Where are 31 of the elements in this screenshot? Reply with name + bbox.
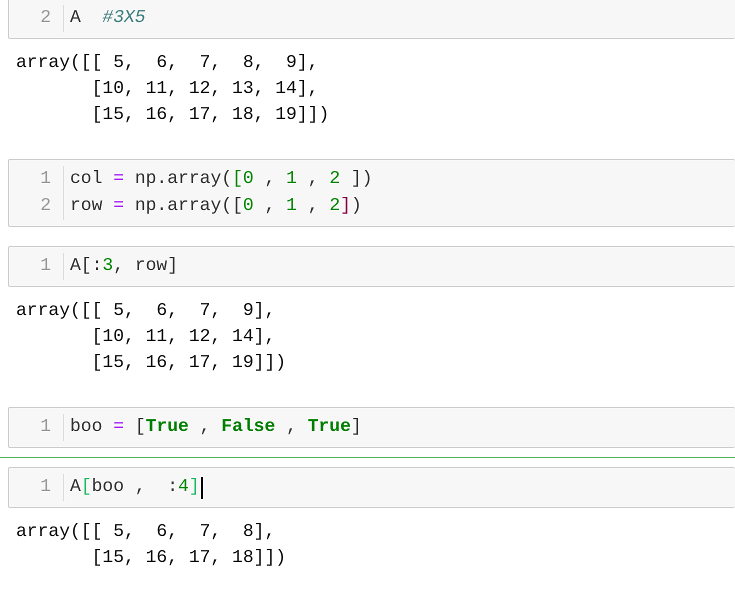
notebook-cell[interactable]: 2 A #3X5 array([[ 5, 6, 7, 8, 9], [10, 11, 12, 13, 14], [15, 16, 17, 18, 19]]) (0, 0, 735, 149)
code-input[interactable]: 1 2 col = np.array([0 , 1 , 2 ]) row = np.array([0 , 1 , 2]) (8, 159, 735, 227)
notebook-cell[interactable]: 1 2 col = np.array([0 , 1 , 2 ]) row = np.array([0 , 1 , 2]) (0, 149, 735, 236)
line-number: 1 (39, 255, 52, 278)
output-line: [10, 11, 12, 13, 14], (90, 78, 320, 101)
line-number: 1 (39, 168, 52, 191)
code-line: col = np.array([0 , 1 , 2 ]) (70, 168, 373, 191)
output-line: array([[ 5, 6, 7, 9], (16, 300, 276, 323)
notebook-cell[interactable]: 1 A[boo , :4] array([[ 5, 6, 7, 8], [15, 16, 17, 18]]) (0, 457, 735, 592)
line-number: 1 (39, 416, 52, 439)
code-input[interactable]: 1 A[:3, row] (8, 246, 735, 287)
code-line: A[:3, row] (70, 255, 178, 278)
code-line: A #3X5 (70, 7, 146, 30)
output-line: [15, 16, 17, 19]]) (90, 352, 288, 375)
code-input[interactable]: 1 A[boo , :4] (8, 467, 735, 508)
line-number: 2 (39, 195, 52, 218)
output-line: array([[ 5, 6, 7, 8], (16, 521, 276, 544)
line-number: 2 (39, 7, 52, 30)
output-line: [10, 11, 12, 14], (90, 326, 276, 349)
notebook-cell[interactable]: 1 boo = [True , False , True] (0, 397, 735, 457)
output-line: [15, 16, 17, 18]]) (90, 547, 288, 570)
text-cursor (200, 476, 203, 498)
code-input[interactable]: 2 A #3X5 (8, 0, 735, 39)
code-line: A[boo , :4] (70, 476, 200, 499)
code-line: row = np.array([0 , 1 , 2]) (70, 195, 362, 218)
notebook-cell[interactable]: 1 A[:3, row] array([[ 5, 6, 7, 9], [10, 11, 12, 14], [15, 16, 17, 19]]) (0, 236, 735, 397)
code-input[interactable]: 1 boo = [True , False , True] (8, 407, 735, 448)
line-number: 1 (39, 476, 52, 499)
output-line: array([[ 5, 6, 7, 8, 9], (16, 52, 320, 75)
output-line: [15, 16, 17, 18, 19]]) (90, 104, 330, 127)
code-line: boo = [True , False , True] (70, 416, 362, 439)
